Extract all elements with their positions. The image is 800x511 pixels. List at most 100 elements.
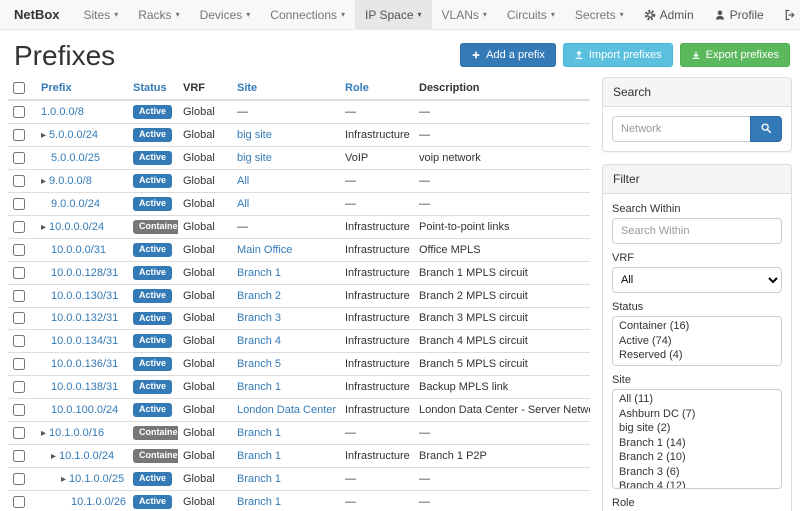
row-checkbox[interactable]	[13, 152, 25, 164]
site-link[interactable]: Branch 1	[237, 427, 281, 439]
row-checkbox[interactable]	[13, 106, 25, 118]
prefix-link[interactable]: 10.1.0.0/16	[49, 427, 104, 439]
prefix-link[interactable]: 10.0.0.138/31	[51, 381, 118, 393]
expand-caret-icon[interactable]: ▸	[41, 176, 46, 187]
nav-item[interactable]: IP Space ▾	[355, 0, 432, 29]
listbox-option[interactable]: big site (2)	[613, 421, 781, 436]
expand-caret-icon[interactable]: ▸	[41, 222, 46, 233]
prefix-link[interactable]: 5.0.0.0/25	[51, 152, 100, 164]
prefix-link[interactable]: 10.0.0.134/31	[51, 335, 118, 347]
vrf-filter-label: VRF	[612, 252, 782, 264]
nav-item[interactable]: Racks ▾	[128, 0, 189, 29]
search-input[interactable]	[612, 116, 750, 142]
site-link[interactable]: big site	[237, 152, 272, 164]
row-checkbox[interactable]	[13, 358, 25, 370]
column-header-status[interactable]: Status	[133, 82, 167, 94]
site-filter-label: Site	[612, 374, 782, 386]
prefix-link[interactable]: 10.0.100.0/24	[51, 404, 118, 416]
prefix-link[interactable]: 10.1.0.0/24	[59, 450, 114, 462]
site-link[interactable]: Branch 1	[237, 381, 281, 393]
listbox-option[interactable]: Deprecated (1)	[613, 363, 781, 367]
site-link[interactable]: Branch 5	[237, 358, 281, 370]
add-prefix-button[interactable]: Add a prefix	[460, 43, 556, 67]
listbox-option[interactable]: Branch 2 (10)	[613, 450, 781, 465]
expand-caret-icon[interactable]: ▸	[41, 428, 46, 439]
row-checkbox[interactable]	[13, 244, 25, 256]
site-link[interactable]: Branch 4	[237, 335, 281, 347]
site-link[interactable]: Branch 2	[237, 290, 281, 302]
site-link[interactable]: Branch 1	[237, 450, 281, 462]
row-checkbox[interactable]	[13, 450, 25, 462]
listbox-option[interactable]: Ashburn DC (7)	[613, 407, 781, 422]
prefix-link[interactable]: 9.0.0.0/8	[49, 175, 92, 187]
prefix-link[interactable]: 10.0.0.0/24	[49, 221, 104, 233]
profile-link[interactable]: Profile	[704, 0, 774, 29]
column-header-prefix[interactable]: Prefix	[41, 82, 72, 94]
prefix-link[interactable]: 10.0.0.130/31	[51, 290, 118, 302]
row-checkbox[interactable]	[13, 335, 25, 347]
site-link[interactable]: London Data Center	[237, 404, 336, 416]
search-button[interactable]	[750, 116, 782, 142]
site-link[interactable]: —	[237, 221, 248, 233]
prefix-link[interactable]: 10.0.0.136/31	[51, 358, 118, 370]
column-header-role[interactable]: Role	[345, 82, 369, 94]
brand[interactable]: NetBox	[0, 0, 74, 29]
listbox-option[interactable]: All (11)	[613, 392, 781, 407]
listbox-option[interactable]: Active (74)	[613, 334, 781, 349]
prefix-link[interactable]: 9.0.0.0/24	[51, 198, 100, 210]
row-checkbox[interactable]	[13, 175, 25, 187]
expand-caret-icon[interactable]: ▸	[41, 130, 46, 141]
prefix-link[interactable]: 10.0.0.128/31	[51, 267, 118, 279]
listbox-option[interactable]: Branch 1 (14)	[613, 436, 781, 451]
row-checkbox[interactable]	[13, 221, 25, 233]
logout-link[interactable]: Log out	[774, 0, 800, 29]
site-link[interactable]: —	[237, 106, 248, 118]
row-checkbox[interactable]	[13, 267, 25, 279]
nav-item[interactable]: Connections ▾	[260, 0, 355, 29]
prefix-link[interactable]: 10.0.0.0/31	[51, 244, 106, 256]
nav-item[interactable]: Devices ▾	[190, 0, 261, 29]
row-checkbox[interactable]	[13, 404, 25, 416]
prefix-link[interactable]: 5.0.0.0/24	[49, 129, 98, 141]
expand-caret-icon[interactable]: ▸	[61, 474, 66, 485]
vrf-cell: Global	[178, 215, 232, 238]
export-prefixes-button[interactable]: Export prefixes	[680, 43, 790, 67]
import-prefixes-button[interactable]: Import prefixes	[563, 43, 673, 67]
row-checkbox[interactable]	[13, 290, 25, 302]
search-within-input[interactable]	[612, 218, 782, 244]
site-link[interactable]: All	[237, 198, 249, 210]
row-checkbox[interactable]	[13, 496, 25, 508]
site-link[interactable]: Branch 1	[237, 496, 281, 508]
vrf-filter-select[interactable]: All	[612, 267, 782, 293]
site-link[interactable]: Branch 1	[237, 473, 281, 485]
listbox-option[interactable]: Branch 3 (6)	[613, 465, 781, 480]
nav-item[interactable]: Secrets ▾	[565, 0, 634, 29]
row-checkbox[interactable]	[13, 473, 25, 485]
row-checkbox[interactable]	[13, 198, 25, 210]
row-checkbox[interactable]	[13, 427, 25, 439]
admin-link[interactable]: Admin	[634, 0, 704, 29]
row-checkbox[interactable]	[13, 312, 25, 324]
row-checkbox[interactable]	[13, 129, 25, 141]
status-filter-listbox[interactable]: Container (16)Active (74)Reserved (4)Dep…	[612, 316, 782, 366]
nav-item[interactable]: Sites ▾	[74, 0, 129, 29]
listbox-option[interactable]: Reserved (4)	[613, 348, 781, 363]
nav-item[interactable]: Circuits ▾	[497, 0, 565, 29]
column-header-site[interactable]: Site	[237, 82, 257, 94]
row-checkbox[interactable]	[13, 381, 25, 393]
site-link[interactable]: big site	[237, 129, 272, 141]
site-filter-listbox[interactable]: All (11)Ashburn DC (7)big site (2)Branch…	[612, 389, 782, 489]
prefix-link[interactable]: 10.1.0.0/25	[69, 473, 124, 485]
nav-item[interactable]: VLANs ▾	[432, 0, 497, 29]
site-link[interactable]: Main Office	[237, 244, 292, 256]
prefix-link[interactable]: 10.1.0.0/26	[71, 496, 126, 508]
listbox-option[interactable]: Branch 4 (12)	[613, 479, 781, 489]
expand-caret-icon[interactable]: ▸	[51, 451, 56, 462]
listbox-option[interactable]: Container (16)	[613, 319, 781, 334]
site-link[interactable]: All	[237, 175, 249, 187]
prefix-link[interactable]: 10.0.0.132/31	[51, 312, 118, 324]
site-link[interactable]: Branch 1	[237, 267, 281, 279]
select-all-checkbox[interactable]	[13, 82, 25, 94]
site-link[interactable]: Branch 3	[237, 312, 281, 324]
prefix-link[interactable]: 1.0.0.0/8	[41, 106, 84, 118]
